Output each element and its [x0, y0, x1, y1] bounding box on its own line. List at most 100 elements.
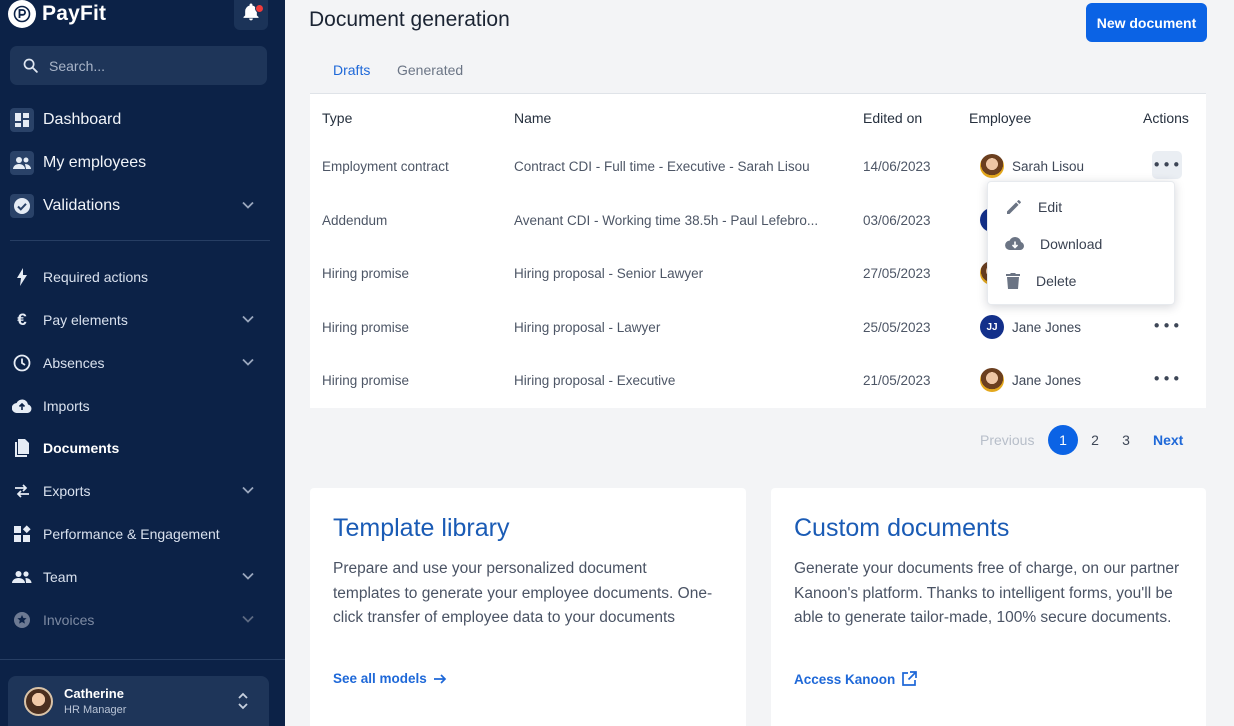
chevron-down-icon: [242, 572, 254, 580]
table-row[interactable]: Hiring promise Hiring proposal - Executi…: [310, 355, 1206, 408]
new-document-button[interactable]: New document: [1086, 3, 1207, 42]
sidebar-item-my-employees[interactable]: My employees: [0, 145, 285, 181]
employee-name: Jane Jones: [1012, 372, 1082, 388]
access-kanoon-link[interactable]: Access Kanoon: [794, 671, 918, 687]
column-header-name[interactable]: Name: [514, 110, 551, 126]
sidebar-item-label: Performance & Engagement: [43, 526, 220, 542]
sidebar-item-label: Imports: [43, 398, 90, 414]
chevron-down-icon: [242, 615, 254, 623]
bolt-icon: [10, 265, 34, 289]
arrow-right-icon: [433, 673, 446, 684]
external-link-icon: [902, 671, 918, 686]
sidebar-item-invoices[interactable]: Invoices: [0, 602, 285, 638]
sidebar: PayFit Dashboard My employees Validation…: [0, 0, 285, 726]
swap-icon: [10, 479, 34, 503]
column-header-type[interactable]: Type: [322, 110, 352, 126]
card-title: Template library: [333, 514, 510, 542]
row-actions-menu: Edit Download Delete: [987, 181, 1175, 305]
pagination-page-1[interactable]: 1: [1048, 425, 1078, 455]
widgets-icon: [10, 522, 34, 546]
row-actions-button[interactable]: •••: [1152, 365, 1182, 393]
euro-icon: €: [17, 310, 27, 329]
sidebar-item-dashboard[interactable]: Dashboard: [0, 102, 285, 138]
sidebar-item-label: Documents: [43, 440, 120, 456]
pagination-next[interactable]: Next: [1153, 432, 1183, 448]
menu-item-label: Edit: [1038, 198, 1063, 215]
tab-drafts[interactable]: Drafts: [333, 62, 371, 97]
column-header-employee[interactable]: Employee: [969, 110, 1031, 126]
brand[interactable]: PayFit: [8, 0, 106, 28]
clock-icon: [10, 351, 34, 375]
notifications-button[interactable]: [234, 0, 268, 30]
tab-generated[interactable]: Generated: [397, 62, 463, 95]
dashboard-icon: [10, 108, 34, 132]
sidebar-item-label: Invoices: [43, 612, 95, 628]
menu-item-label: Download: [1040, 235, 1103, 252]
cell-type: Hiring promise: [322, 320, 410, 335]
trash-icon: [1006, 272, 1020, 289]
avatar: [24, 686, 53, 716]
menu-item-download[interactable]: Download: [988, 225, 1176, 262]
sidebar-item-team[interactable]: Team: [0, 559, 285, 595]
cell-employee: JJ Jane Jones: [980, 315, 1081, 339]
sidebar-item-label: My employees: [43, 154, 147, 171]
cloud-download-icon: [1005, 236, 1024, 250]
cell-type: Hiring promise: [322, 266, 410, 281]
user-role: HR Manager: [64, 704, 127, 716]
pagination-previous[interactable]: Previous: [980, 432, 1034, 448]
employee-avatar: [980, 368, 1004, 392]
column-header-edited-on[interactable]: Edited on: [863, 110, 922, 126]
cell-edited-on: 21/05/2023: [863, 373, 931, 388]
unfold-icon: [238, 692, 248, 710]
payfit-logo-icon: [8, 0, 36, 28]
brand-name: PayFit: [42, 2, 107, 25]
pagination-page-2[interactable]: 2: [1080, 425, 1110, 455]
cell-employee: Jane Jones: [980, 368, 1081, 392]
cell-edited-on: 03/06/2023: [863, 213, 931, 228]
cell-employee: Sarah Lisou: [980, 154, 1084, 178]
row-actions-button[interactable]: •••: [1152, 151, 1182, 179]
template-library-card: Template library Prepare and use your pe…: [310, 488, 746, 726]
see-all-models-link[interactable]: See all models: [333, 671, 447, 686]
check-circle-icon: [10, 194, 34, 218]
chevron-down-icon: [242, 315, 254, 323]
cell-name: Hiring proposal - Senior Lawyer: [514, 266, 704, 281]
employee-avatar: JJ: [980, 315, 1004, 339]
column-header-actions: Actions: [1143, 110, 1189, 126]
sidebar-item-pay-elements[interactable]: € Pay elements: [0, 302, 285, 338]
pagination-page-3[interactable]: 3: [1111, 425, 1141, 455]
sidebar-item-exports[interactable]: Exports: [0, 473, 285, 509]
search-input[interactable]: [49, 57, 249, 74]
cloud-upload-icon: [10, 394, 34, 418]
cell-edited-on: 27/05/2023: [863, 266, 931, 281]
tab-bar: Drafts Generated: [310, 55, 1206, 97]
sidebar-item-validations[interactable]: Validations: [0, 188, 285, 224]
card-title: Custom documents: [794, 514, 1010, 542]
cell-type: Addendum: [322, 213, 388, 228]
sidebar-item-label: Pay elements: [43, 312, 128, 328]
sidebar-item-label: Dashboard: [43, 111, 122, 128]
user-switcher[interactable]: Catherine HR Manager: [8, 676, 269, 726]
sidebar-item-absences[interactable]: Absences: [0, 345, 285, 381]
cell-name: Hiring proposal - Lawyer: [514, 320, 661, 335]
search-bar[interactable]: [10, 46, 267, 85]
sidebar-item-label: Exports: [43, 483, 91, 499]
row-actions-button[interactable]: •••: [1152, 312, 1182, 340]
cell-type: Hiring promise: [322, 373, 410, 388]
sidebar-item-required-actions[interactable]: Required actions: [0, 259, 285, 295]
search-icon: [23, 58, 38, 73]
menu-item-delete[interactable]: Delete: [988, 262, 1176, 299]
invoice-icon: [10, 608, 34, 632]
menu-item-edit[interactable]: Edit: [988, 188, 1176, 225]
cell-edited-on: 25/05/2023: [863, 320, 931, 335]
cell-name: Contract CDI - Full time - Executive - S…: [514, 159, 810, 174]
sidebar-item-imports[interactable]: Imports: [0, 388, 285, 424]
link-label: Access Kanoon: [794, 671, 896, 687]
chevron-down-icon: [242, 201, 254, 209]
sidebar-item-performance-engagement[interactable]: Performance & Engagement: [0, 516, 285, 552]
chevron-down-icon: [242, 486, 254, 494]
sidebar-divider: [0, 659, 285, 660]
team-icon: [10, 565, 34, 589]
table-row[interactable]: Hiring promise Hiring proposal - Lawyer …: [310, 302, 1206, 355]
sidebar-item-documents[interactable]: Documents: [0, 430, 285, 466]
